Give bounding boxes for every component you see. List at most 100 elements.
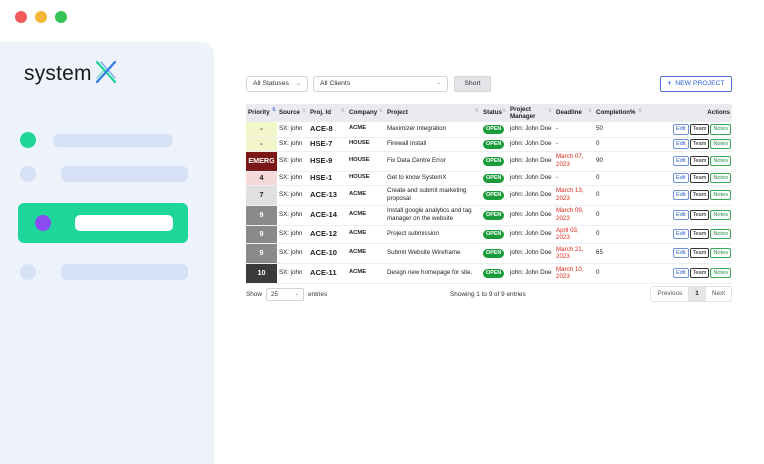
edit-button[interactable]: Edit <box>673 138 689 150</box>
close-dot[interactable] <box>15 11 27 23</box>
status-filter-select[interactable]: All Statuses ⌄ <box>246 76 308 92</box>
sidebar-item-active[interactable] <box>18 203 188 243</box>
previous-button[interactable]: Previous <box>651 287 688 301</box>
table-row[interactable]: - SX: john HSE-7 HOUSE Firewall Install OPEN j… <box>246 137 732 151</box>
team-button[interactable]: Team <box>689 138 710 150</box>
notes-button[interactable]: Notes <box>710 155 731 167</box>
proj-id-cell: ACE-10 <box>310 248 338 258</box>
project-cell: Project submission <box>387 230 439 238</box>
nav-placeholder-bar <box>61 264 188 280</box>
header-project-manager[interactable]: Project Manager ⇅ <box>508 104 554 122</box>
show-label: Show <box>246 291 262 298</box>
edit-button[interactable]: Edit <box>673 247 689 259</box>
logo[interactable]: system <box>24 60 117 86</box>
team-button[interactable]: Team <box>689 155 710 167</box>
clients-filter-select[interactable]: All Clients ⌄ <box>313 76 448 92</box>
proj-id-cell: ACE-14 <box>310 210 338 220</box>
team-button[interactable]: Team <box>689 172 710 184</box>
table-row[interactable]: 9 SX: john ACE-14 ACME Install google analyt… <box>246 205 732 225</box>
chevron-down-icon: ⌄ <box>436 80 441 86</box>
status-badge: OPEN <box>483 156 505 166</box>
table-row[interactable]: EMERG SX: john HSE-9 HOUSE Fix Data Centre E… <box>246 151 732 171</box>
notes-button[interactable]: Notes <box>710 189 731 201</box>
sidebar-item-4[interactable] <box>20 263 188 281</box>
status-cell: OPEN <box>481 263 508 283</box>
page-size-control: Show 25 ⌄ entries <box>246 288 327 301</box>
edit-button[interactable]: Edit <box>673 189 689 201</box>
table-row[interactable]: 9 SX: john ACE-10 ACME Submit Website Wirefr… <box>246 243 732 264</box>
notes-button[interactable]: Notes <box>710 138 731 150</box>
status-badge: OPEN <box>483 190 505 200</box>
notes-button[interactable]: Notes <box>710 247 731 259</box>
header-priority[interactable]: Priority ⇅ <box>246 104 277 122</box>
header-actions: Actions <box>707 109 730 117</box>
proj-id-cell: ACE-8 <box>310 124 333 134</box>
actions-cell: Edit Team Notes <box>644 263 732 283</box>
company-cell: ACME <box>349 269 367 276</box>
table-row[interactable]: 9 SX: john ACE-12 ACME Project submission OPE… <box>246 225 732 244</box>
notes-button[interactable]: Notes <box>710 228 731 240</box>
team-button[interactable]: Team <box>689 189 710 201</box>
sidebar-item-2[interactable] <box>20 165 188 183</box>
window-controls <box>15 11 67 23</box>
short-button[interactable]: Short <box>454 76 491 92</box>
nav-placeholder-bar <box>61 166 188 182</box>
actions-cell: Edit Team Notes <box>644 185 732 205</box>
notes-button[interactable]: Notes <box>710 267 731 279</box>
edit-button[interactable]: Edit <box>673 228 689 240</box>
page-1-button[interactable]: 1 <box>688 287 706 301</box>
table-body: - SX: john ACE-8 ACME Maximizer Integration O… <box>246 122 732 284</box>
table-row[interactable]: 10 SX: john ACE-11 ACME Design new homepage … <box>246 263 732 284</box>
team-button[interactable]: Team <box>689 228 710 240</box>
actions-cell: Edit Team Notes <box>644 171 732 185</box>
status-cell: OPEN <box>481 171 508 185</box>
deadline-cell: - <box>556 125 559 133</box>
notes-button[interactable]: Notes <box>710 209 731 221</box>
pagination: Previous 1 Next <box>650 286 732 302</box>
header-source[interactable]: Source ⇅ <box>277 104 308 122</box>
edit-button[interactable]: Edit <box>673 267 689 279</box>
maximize-dot[interactable] <box>55 11 67 23</box>
projects-table: Priority ⇅ Source ⇅ Proj. Id ⇅ Company ⇅ Pro… <box>246 104 732 284</box>
table-row[interactable]: 7 SX: john ACE-13 ACME Create and submit mar… <box>246 185 732 205</box>
sidebar-item-1[interactable] <box>20 131 188 149</box>
table-row[interactable]: 4 SX: john HSE-1 HOUSE Get to know SystemX OP… <box>246 171 732 185</box>
edit-button[interactable]: Edit <box>673 155 689 167</box>
edit-button[interactable]: Edit <box>673 209 689 221</box>
team-button[interactable]: Team <box>689 124 710 135</box>
status-cell: OPEN <box>481 137 508 151</box>
header-completion[interactable]: Completion% ⇅ <box>594 104 644 122</box>
new-project-button[interactable]: + NEW PROJECT <box>660 76 732 92</box>
header-company[interactable]: Company ⇅ <box>347 104 385 122</box>
proj-id-cell: ACE-11 <box>310 268 337 278</box>
pm-cell: john: John Doe <box>510 269 552 277</box>
completion-cell: 65 <box>596 249 603 257</box>
team-button[interactable]: Team <box>689 209 710 221</box>
edit-button[interactable]: Edit <box>673 172 689 184</box>
header-project[interactable]: Project ⇅ <box>385 104 481 122</box>
header-status[interactable]: Status ⇅ <box>481 104 508 122</box>
notes-button[interactable]: Notes <box>710 172 731 184</box>
minimize-dot[interactable] <box>35 11 47 23</box>
notes-button[interactable]: Notes <box>710 124 731 135</box>
status-badge: OPEN <box>483 248 505 258</box>
project-cell: Firewall Install <box>387 140 427 148</box>
nav-placeholder-bar <box>75 215 173 231</box>
page-size-select[interactable]: 25 ⌄ <box>266 288 304 301</box>
page-size-value: 25 <box>271 291 278 298</box>
source-cell: SX: john <box>279 125 303 133</box>
completion-cell: 0 <box>596 211 600 219</box>
header-proj-id[interactable]: Proj. Id ⇅ <box>308 104 347 122</box>
pm-cell: john: John Doe <box>510 140 552 148</box>
next-button[interactable]: Next <box>706 287 731 301</box>
team-button[interactable]: Team <box>689 247 710 259</box>
deadline-cell: - <box>556 140 559 148</box>
completion-cell: 0 <box>596 140 600 148</box>
header-deadline[interactable]: Deadline ⇅ <box>554 104 594 122</box>
table-row[interactable]: - SX: john ACE-8 ACME Maximizer Integration O… <box>246 122 732 137</box>
status-badge: OPEN <box>483 139 505 149</box>
completion-cell: 0 <box>596 269 600 277</box>
pm-cell: john: John Doe <box>510 157 552 165</box>
edit-button[interactable]: Edit <box>673 124 689 135</box>
team-button[interactable]: Team <box>689 267 710 279</box>
